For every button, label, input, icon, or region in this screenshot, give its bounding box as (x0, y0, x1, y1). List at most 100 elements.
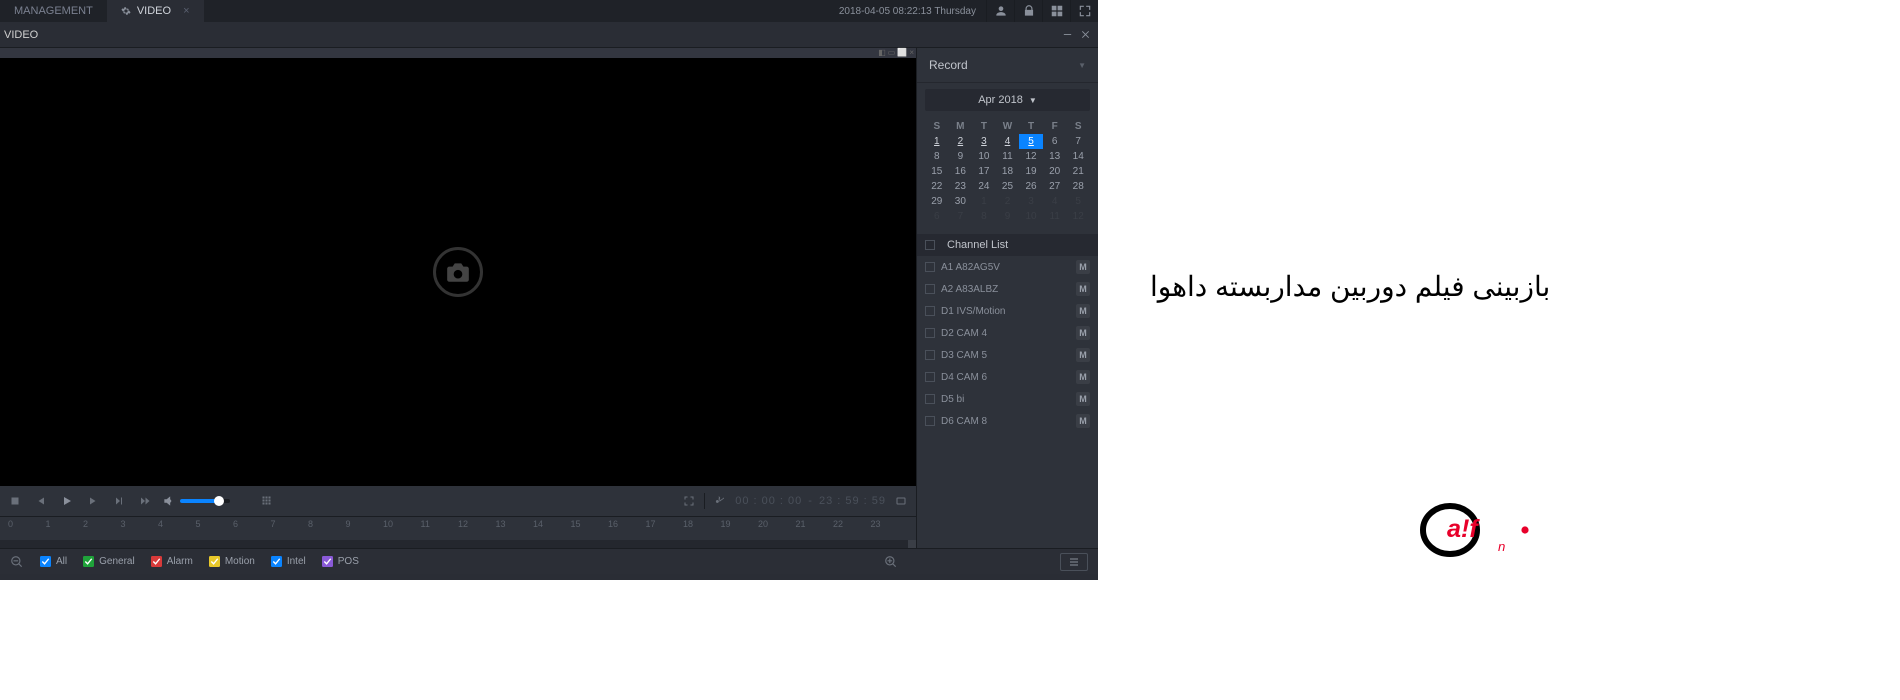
calendar-day[interactable]: 20 (1043, 164, 1067, 179)
stream-badge[interactable]: M (1076, 370, 1090, 384)
calendar-day[interactable]: 9 (996, 209, 1020, 224)
volume-slider[interactable] (180, 499, 230, 503)
filter-intel[interactable]: Intel (271, 556, 306, 567)
calendar-day[interactable]: 7 (1066, 134, 1090, 149)
step-back-button[interactable] (32, 492, 50, 510)
calendar-day[interactable]: 30 (949, 194, 973, 209)
calendar-day[interactable]: 13 (1043, 149, 1067, 164)
calendar-day[interactable]: 10 (972, 149, 996, 164)
calendar-day[interactable]: 4 (1043, 194, 1067, 209)
calendar-day[interactable]: 8 (925, 149, 949, 164)
calendar-day[interactable]: 22 (925, 179, 949, 194)
calendar-day[interactable]: 24 (972, 179, 996, 194)
zoom-out-button[interactable] (10, 555, 24, 569)
vt-icon[interactable]: ⬜ (897, 48, 907, 58)
tab-close-icon[interactable]: × (183, 5, 189, 17)
calendar-day[interactable]: 19 (1019, 164, 1043, 179)
export-button[interactable] (892, 492, 910, 510)
calendar-day[interactable]: 12 (1066, 209, 1090, 224)
calendar-day[interactable]: 6 (1043, 134, 1067, 149)
filter-motion[interactable]: Motion (209, 556, 255, 567)
calendar-day[interactable]: 17 (972, 164, 996, 179)
vt-icon[interactable]: ▭ (888, 48, 896, 58)
channel-item[interactable]: D3 CAM 5M (917, 344, 1098, 366)
filter-general[interactable]: General (83, 556, 135, 567)
fast-button[interactable] (136, 492, 154, 510)
fullscreen-toggle-button[interactable] (680, 492, 698, 510)
calendar-day[interactable]: 18 (996, 164, 1020, 179)
calendar-day[interactable]: 6 (925, 209, 949, 224)
checkbox[interactable] (925, 306, 935, 316)
checkbox[interactable] (925, 284, 935, 294)
filter-all[interactable]: All (40, 556, 67, 567)
calendar-day[interactable]: 26 (1019, 179, 1043, 194)
play-button[interactable] (58, 492, 76, 510)
checkbox[interactable] (925, 262, 935, 272)
stream-badge[interactable]: M (1076, 304, 1090, 318)
stream-badge[interactable]: M (1076, 392, 1090, 406)
grid-view-button[interactable] (258, 492, 276, 510)
checkbox[interactable] (925, 328, 935, 338)
calendar-day[interactable]: 4 (996, 134, 1020, 149)
calendar-day[interactable]: 14 (1066, 149, 1090, 164)
channel-item[interactable]: D2 CAM 4M (917, 322, 1098, 344)
close-icon[interactable] (1076, 26, 1094, 44)
month-selector[interactable]: Apr 2018▼ (925, 89, 1090, 111)
slow-button[interactable] (110, 492, 128, 510)
calendar-day[interactable]: 11 (996, 149, 1020, 164)
stream-badge[interactable]: M (1076, 260, 1090, 274)
vt-icon[interactable]: × (909, 48, 914, 58)
calendar-day[interactable]: 28 (1066, 179, 1090, 194)
calendar-day[interactable]: 16 (949, 164, 973, 179)
stream-badge[interactable]: M (1076, 414, 1090, 428)
calendar-day[interactable]: 2 (996, 194, 1020, 209)
vt-icon[interactable]: ◧ (878, 48, 886, 58)
calendar-day[interactable]: 15 (925, 164, 949, 179)
user-icon[interactable] (986, 0, 1014, 22)
filter-alarm[interactable]: Alarm (151, 556, 193, 567)
calendar-day[interactable]: 10 (1019, 209, 1043, 224)
lock-icon[interactable] (1014, 0, 1042, 22)
fullscreen-icon[interactable] (1070, 0, 1098, 22)
calendar-day[interactable]: 23 (949, 179, 973, 194)
calendar-day[interactable]: 7 (949, 209, 973, 224)
channel-item[interactable]: D5 biM (917, 388, 1098, 410)
tab-video[interactable]: VIDEO × (107, 0, 204, 22)
checkbox[interactable] (925, 416, 935, 426)
channel-item[interactable]: A1 A82AG5VM (917, 256, 1098, 278)
calendar-day[interactable]: 1 (925, 134, 949, 149)
calendar-day[interactable]: 3 (1019, 194, 1043, 209)
channel-item[interactable]: D4 CAM 6M (917, 366, 1098, 388)
checkbox[interactable] (925, 394, 935, 404)
tab-management[interactable]: MANAGEMENT (0, 0, 107, 22)
calendar-day[interactable]: 11 (1043, 209, 1067, 224)
timeline[interactable]: 01234567891011121314151617181920212223 (0, 516, 916, 548)
calendar-day[interactable]: 29 (925, 194, 949, 209)
record-section-header[interactable]: Record ▼ (917, 48, 1098, 83)
layout-icon[interactable] (1042, 0, 1070, 22)
stream-badge[interactable]: M (1076, 282, 1090, 296)
zoom-in-button[interactable] (884, 555, 898, 569)
calendar-day[interactable]: 21 (1066, 164, 1090, 179)
calendar-day[interactable]: 9 (949, 149, 973, 164)
calendar-day[interactable]: 27 (1043, 179, 1067, 194)
channel-list-header[interactable]: Channel List (917, 234, 1098, 256)
calendar-day[interactable]: 5 (1066, 194, 1090, 209)
channel-item[interactable]: D6 CAM 8M (917, 410, 1098, 432)
list-view-button[interactable] (1060, 553, 1088, 571)
minimize-icon[interactable] (1058, 26, 1076, 44)
stop-button[interactable] (6, 492, 24, 510)
channel-item[interactable]: A2 A83ALBZM (917, 278, 1098, 300)
filter-pos[interactable]: POS (322, 556, 359, 567)
calendar-day[interactable]: 3 (972, 134, 996, 149)
calendar-day[interactable]: 8 (972, 209, 996, 224)
calendar-day[interactable]: 5 (1019, 134, 1043, 149)
video-viewport[interactable] (0, 58, 916, 486)
clip-button[interactable] (711, 492, 729, 510)
checkbox[interactable] (925, 240, 935, 250)
stream-badge[interactable]: M (1076, 348, 1090, 362)
calendar-day[interactable]: 25 (996, 179, 1020, 194)
checkbox[interactable] (925, 372, 935, 382)
calendar-day[interactable]: 2 (949, 134, 973, 149)
checkbox[interactable] (925, 350, 935, 360)
